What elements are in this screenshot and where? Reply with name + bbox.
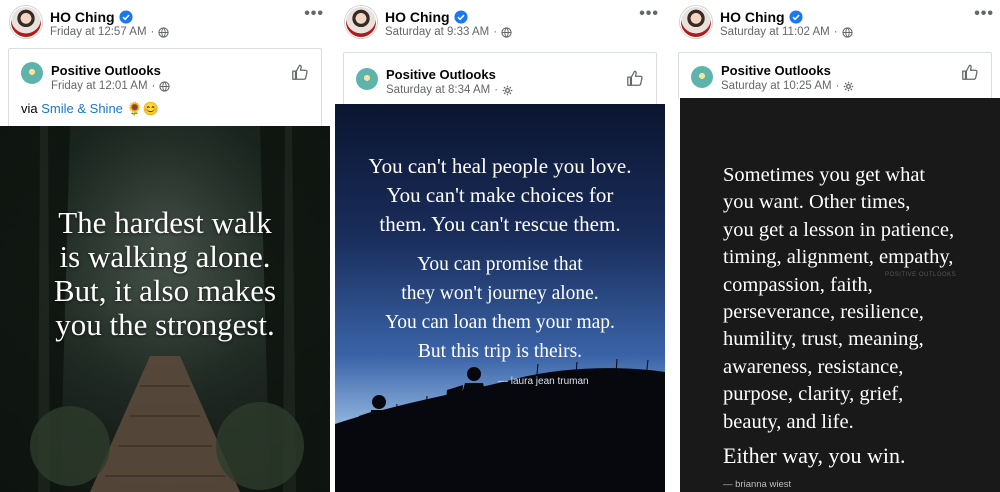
shared-meta: Friday at 12:01 AM ·	[51, 80, 171, 92]
verified-badge-icon	[788, 10, 803, 24]
avatar[interactable]	[680, 6, 712, 38]
page-avatar[interactable]	[356, 68, 378, 90]
shared-page-name[interactable]: Positive Outlooks	[721, 63, 831, 78]
post-image[interactable]: You can't heal people you love. You can'…	[335, 104, 665, 492]
shared-post-header: Positive Outlooks Saturday at 10:25 AM ·	[678, 52, 992, 98]
quote-attribution: — laura jean truman	[498, 376, 589, 387]
post-time[interactable]: Saturday at 9:33 AM	[385, 26, 489, 38]
post-time[interactable]: Saturday at 11:02 AM	[720, 26, 830, 38]
post-2: HO Ching Saturday at 9:33 AM · ••• Posit…	[335, 0, 665, 492]
meta-separator: ·	[833, 26, 838, 38]
shared-time[interactable]: Saturday at 8:34 AM	[386, 84, 490, 96]
more-options-icon[interactable]: •••	[639, 5, 659, 23]
post-meta: Saturday at 11:02 AM ·	[720, 26, 853, 38]
verified-badge-icon	[453, 10, 468, 24]
author-name[interactable]: HO Ching	[385, 9, 450, 25]
verified-badge-icon	[118, 10, 133, 24]
page-watermark: POSITIVE OUTLOOKS	[885, 272, 957, 278]
gear-icon	[502, 85, 513, 95]
quote-text-continued: You can promise that they won't journey …	[385, 254, 615, 362]
page-avatar[interactable]	[21, 62, 43, 84]
post-header: HO Ching Saturday at 9:33 AM · •••	[335, 0, 665, 44]
via-link[interactable]: Smile & Shine	[41, 101, 123, 116]
more-options-icon[interactable]: •••	[974, 5, 994, 23]
via-line: via Smile & Shine 🌻😊	[21, 101, 159, 117]
more-options-icon[interactable]: •••	[304, 5, 324, 23]
thumbs-up-icon[interactable]	[291, 63, 309, 81]
post-1: HO Ching Friday at 12:57 AM · ••• Positi…	[0, 0, 330, 492]
thumbs-up-icon[interactable]	[626, 69, 644, 87]
post-header: HO Ching Friday at 12:57 AM · •••	[0, 0, 330, 44]
meta-separator: ·	[494, 84, 499, 96]
quote-text: Sometimes you get what you want. Other t…	[723, 164, 955, 433]
post-header: HO Ching Saturday at 11:02 AM · •••	[670, 0, 1000, 44]
post-meta: Friday at 12:57 AM ·	[50, 26, 170, 38]
post-image[interactable]: Sometimes you get what you want. Other t…	[680, 98, 1000, 492]
globe-icon	[841, 26, 853, 38]
globe-icon	[158, 26, 170, 38]
avatar[interactable]	[345, 6, 377, 38]
meta-separator: ·	[151, 80, 156, 92]
author-name[interactable]: HO Ching	[50, 9, 115, 25]
via-emoji: 🌻😊	[126, 101, 159, 116]
shared-time[interactable]: Friday at 12:01 AM	[51, 80, 148, 92]
shared-page-name[interactable]: Positive Outlooks	[51, 63, 161, 78]
author-name[interactable]: HO Ching	[720, 9, 785, 25]
post-image[interactable]: The hardest walk is walking alone. But, …	[0, 126, 330, 492]
shared-post-header: Positive Outlooks Friday at 12:01 AM · v…	[8, 48, 322, 126]
quote-text: The hardest walk is walking alone. But, …	[53, 205, 277, 342]
meta-separator: ·	[493, 26, 498, 38]
meta-separator: ·	[150, 26, 155, 38]
gear-icon	[844, 81, 854, 91]
meta-separator: ·	[835, 80, 840, 92]
quote-attribution: — brianna wiest	[723, 479, 792, 490]
post-time[interactable]: Friday at 12:57 AM	[50, 26, 147, 38]
thumbs-up-icon[interactable]	[961, 63, 979, 81]
shared-meta: Saturday at 8:34 AM ·	[386, 84, 513, 96]
quote-text: You can't heal people you love. You can'…	[368, 154, 632, 236]
via-prefix: via	[21, 101, 38, 116]
shared-time[interactable]: Saturday at 10:25 AM	[721, 80, 832, 92]
post-meta: Saturday at 9:33 AM ·	[385, 26, 512, 38]
post-3: HO Ching Saturday at 11:02 AM · ••• Posi…	[670, 0, 1000, 492]
globe-icon	[501, 26, 512, 38]
avatar[interactable]	[10, 6, 42, 38]
shared-meta: Saturday at 10:25 AM ·	[721, 80, 854, 92]
shared-page-name[interactable]: Positive Outlooks	[386, 67, 496, 82]
quote-conclusion: Either way, you win.	[723, 443, 906, 468]
shared-post-header: Positive Outlooks Saturday at 8:34 AM ·	[343, 52, 657, 104]
page-avatar[interactable]	[691, 66, 713, 88]
globe-icon	[159, 80, 171, 92]
